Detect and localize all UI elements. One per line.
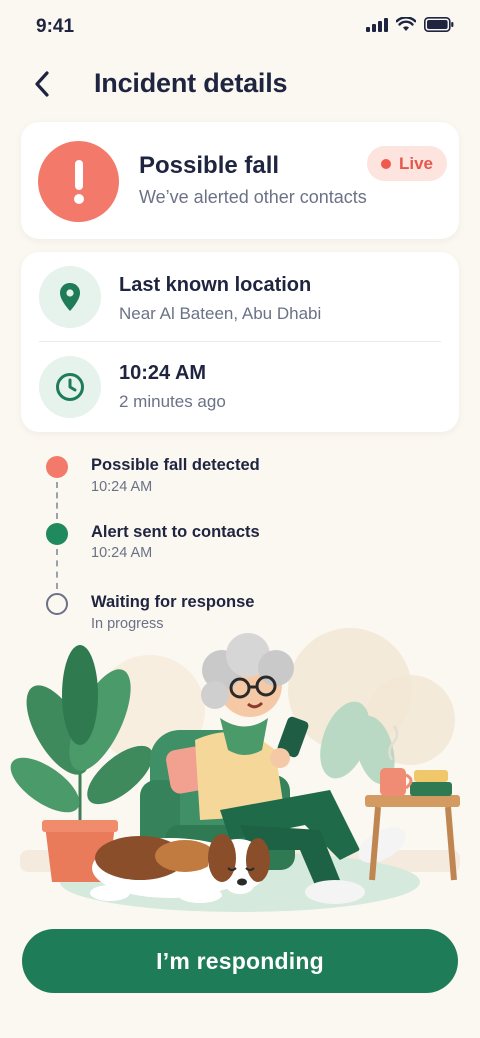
status-bar: 9:41 (0, 0, 480, 54)
timeline-node-alert (46, 456, 68, 478)
location-row[interactable]: Last known location Near Al Bateen, Abu … (21, 252, 459, 340)
live-badge-label: Live (398, 153, 433, 173)
timeline-item-time: 10:24 AM (91, 479, 153, 495)
location-pin-icon (60, 283, 80, 311)
elderly-woman-illustration (10, 628, 460, 912)
live-badge: Live (366, 146, 447, 181)
status-time: 9:41 (36, 16, 75, 37)
back-button[interactable] (26, 68, 58, 100)
timeline-connector (56, 549, 58, 589)
location-icon-circle (39, 266, 101, 328)
location-title: Last known location (119, 274, 312, 296)
header: Incident details (0, 60, 480, 108)
alert-card: Possible fall We’ve alerted other contac… (21, 122, 459, 239)
info-card: Last known location Near Al Bateen, Abu … (21, 252, 459, 432)
page-title: Incident details (94, 68, 288, 98)
alert-icon-circle (38, 141, 119, 222)
timeline-item-title: Alert sent to contacts (91, 523, 260, 541)
status-icons (366, 17, 454, 32)
alert-subtitle: We’ve alerted other contacts (139, 187, 367, 207)
signal-icon (366, 17, 388, 32)
live-dot-icon (380, 158, 391, 169)
wifi-icon (396, 17, 416, 31)
timeline-connector (56, 482, 58, 519)
timeline-item-title: Possible fall detected (91, 456, 260, 474)
timeline-node-done (46, 523, 68, 545)
back-chevron-icon (35, 71, 49, 97)
location-subtitle: Near Al Bateen, Abu Dhabi (119, 304, 322, 323)
exclamation-icon (73, 159, 84, 204)
time-subtitle: 2 minutes ago (119, 392, 226, 411)
clock-icon-circle (39, 356, 101, 418)
time-title: 10:24 AM (119, 362, 207, 384)
time-row: 10:24 AM 2 minutes ago (21, 342, 459, 430)
timeline-item-time: 10:24 AM (91, 545, 153, 561)
clock-icon (56, 373, 84, 401)
battery-icon (424, 17, 454, 32)
alert-title: Possible fall (139, 152, 280, 179)
im-responding-button[interactable]: I’m responding (22, 929, 458, 993)
